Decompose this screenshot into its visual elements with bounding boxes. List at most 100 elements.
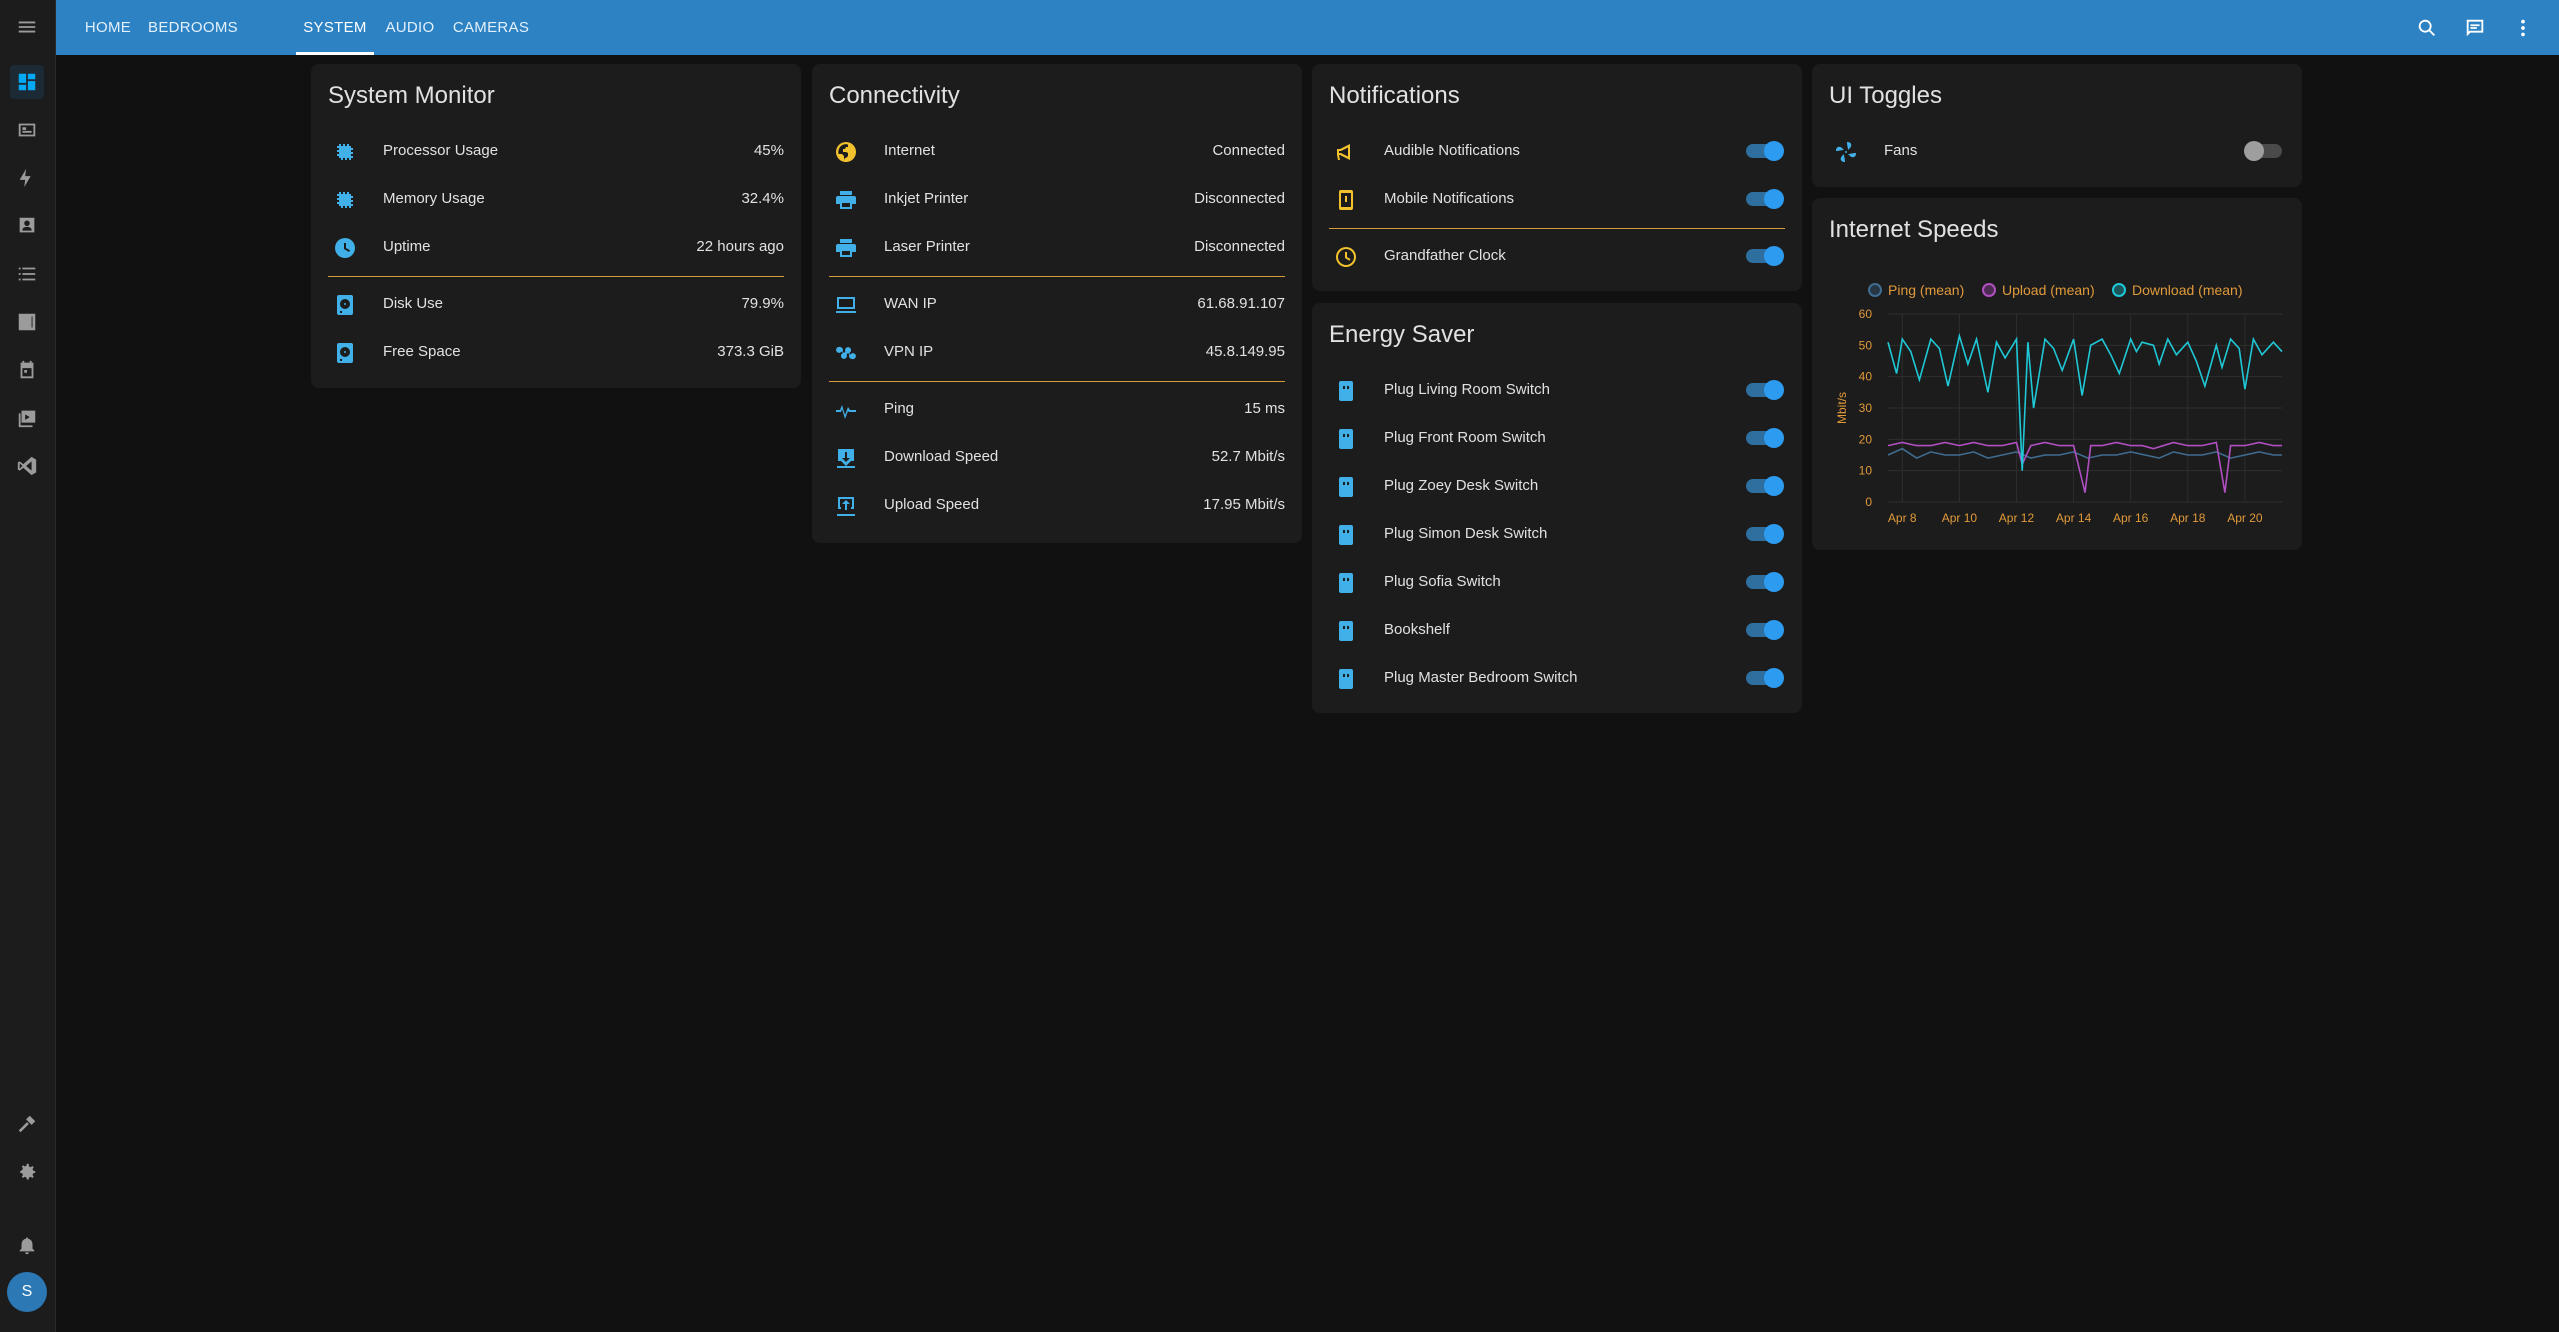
entity-row-disk-use[interactable]: Disk Use 79.9% — [311, 281, 801, 329]
toggle-knob — [1764, 572, 1784, 592]
series-line-download[interactable] — [1887, 332, 2283, 471]
entity-row-grandfather-clock[interactable]: Grandfather Clock — [1312, 233, 1802, 281]
tab-bedrooms[interactable]: BEDROOMS — [148, 0, 238, 55]
more-vertical-icon[interactable] — [2509, 14, 2537, 42]
entity-state: 52.7 Mbit/s — [1211, 448, 1285, 465]
sidebar: S — [0, 0, 56, 1332]
toggle-switch[interactable] — [1746, 246, 1784, 266]
entity-name: Download Speed — [884, 448, 999, 465]
legend-item[interactable]: Download (mean) — [2112, 282, 2243, 298]
dashboard-icon[interactable] — [10, 65, 44, 99]
entity-name: Disk Use — [383, 295, 444, 312]
toggle-knob — [1764, 189, 1784, 209]
section-divider — [1329, 228, 1785, 229]
card-icon[interactable] — [10, 113, 44, 147]
tab-audio[interactable]: AUDIO — [380, 0, 440, 55]
list-icon[interactable] — [10, 257, 44, 291]
contact-icon[interactable] — [10, 209, 44, 243]
entity-row-laser-printer[interactable]: Laser Printer Disconnected — [812, 224, 1302, 272]
entity-row-ping[interactable]: Ping 15 ms — [812, 386, 1302, 434]
entity-row-wan-ip[interactable]: WAN IP 61.68.91.107 — [812, 281, 1302, 329]
vscode-icon[interactable] — [10, 449, 44, 483]
history-chart-icon[interactable] — [10, 305, 44, 339]
entity-row-upload-speed[interactable]: Upload Speed 17.95 Mbit/s — [812, 482, 1302, 530]
connectivity-card: Connectivity Internet Connected Inkjet Prin… — [812, 64, 1302, 543]
entity-row-processor-usage[interactable]: Processor Usage 45% — [311, 128, 801, 176]
gear-icon[interactable] — [10, 1155, 44, 1189]
entity-row-plug-front-room-switch[interactable]: Plug Front Room Switch — [1312, 415, 1802, 463]
tab-system[interactable]: SYSTEM — [296, 0, 374, 55]
entity-name: VPN IP — [884, 343, 934, 360]
menu-icon[interactable] — [10, 10, 44, 44]
entity-row-plug-sofia-switch[interactable]: Plug Sofia Switch — [1312, 559, 1802, 607]
calendar-icon[interactable] — [10, 353, 44, 387]
internet-speeds-card: Internet Speeds Ping (mean) Upload (mean) D… — [1812, 198, 2302, 550]
cpu-icon — [333, 140, 357, 164]
toggle-knob — [1764, 428, 1784, 448]
toggle-switch[interactable] — [1746, 380, 1784, 400]
toggle-switch[interactable] — [1746, 572, 1784, 592]
toggle-switch[interactable] — [1746, 524, 1784, 544]
power-socket-icon — [1334, 619, 1358, 643]
tab-cameras[interactable]: CAMERAS — [441, 0, 541, 55]
x-tick-label: Apr 12 — [1999, 511, 2035, 525]
x-tick-label: Apr 18 — [2170, 511, 2206, 525]
entity-row-vpn-ip[interactable]: VPN IP 45.8.149.95 — [812, 329, 1302, 377]
toggle-switch[interactable] — [1746, 476, 1784, 496]
entity-row-memory-usage[interactable]: Memory Usage 32.4% — [311, 176, 801, 224]
entity-row-plug-zoey-desk-switch[interactable]: Plug Zoey Desk Switch — [1312, 463, 1802, 511]
entity-name: Mobile Notifications — [1384, 190, 1515, 207]
toggle-switch[interactable] — [1746, 620, 1784, 640]
toggle-switch[interactable] — [1746, 189, 1784, 209]
media-icon[interactable] — [10, 401, 44, 435]
bell-icon[interactable] — [10, 1228, 44, 1262]
harddisk-icon — [333, 293, 357, 317]
entity-state: 32.4% — [741, 190, 784, 207]
x-tick-label: Apr 8 — [1888, 511, 1917, 525]
search-icon[interactable] — [2413, 14, 2441, 42]
entity-row-free-space[interactable]: Free Space 373.3 GiB — [311, 329, 801, 377]
toggle-knob — [1764, 668, 1784, 688]
toggle-switch[interactable] — [2244, 141, 2282, 161]
series-line-upload[interactable] — [1887, 441, 2282, 493]
toggle-knob — [1764, 380, 1784, 400]
globe-icon — [834, 140, 858, 164]
legend-item[interactable]: Upload (mean) — [1982, 282, 2095, 298]
x-tick-label: Apr 14 — [2056, 511, 2092, 525]
assist-chat-icon[interactable] — [2461, 14, 2489, 42]
entity-row-plug-master-bedroom-switch[interactable]: Plug Master Bedroom Switch — [1312, 655, 1802, 703]
entity-name: Audible Notifications — [1384, 142, 1520, 159]
clock-icon — [333, 236, 357, 260]
series-line-ping[interactable] — [1887, 447, 2282, 460]
active-tab-indicator — [296, 52, 374, 55]
entity-state: 45.8.149.95 — [1205, 343, 1285, 360]
toggle-switch[interactable] — [1746, 668, 1784, 688]
power-socket-icon — [1334, 475, 1358, 499]
toggle-knob — [1764, 246, 1784, 266]
tab-home[interactable]: HOME — [76, 0, 140, 55]
entity-row-plug-living-room-switch[interactable]: Plug Living Room Switch — [1312, 367, 1802, 415]
entity-row-plug-simon-desk-switch[interactable]: Plug Simon Desk Switch — [1312, 511, 1802, 559]
legend-item[interactable]: Ping (mean) — [1868, 282, 1964, 298]
entity-name: Plug Simon Desk Switch — [1384, 525, 1548, 542]
entity-row-download-speed[interactable]: Download Speed 52.7 Mbit/s — [812, 434, 1302, 482]
entity-row-fans[interactable]: Fans — [1812, 128, 2302, 176]
entity-state: Disconnected — [1194, 238, 1285, 255]
entity-row-inkjet-printer[interactable]: Inkjet Printer Disconnected — [812, 176, 1302, 224]
entity-row-internet[interactable]: Internet Connected — [812, 128, 1302, 176]
avatar[interactable]: S — [7, 1272, 47, 1312]
x-tick-label: Apr 20 — [2227, 511, 2263, 525]
chart-legend: Ping (mean) Upload (mean) Download (mean) — [1868, 282, 2288, 302]
entity-row-uptime[interactable]: Uptime 22 hours ago — [311, 224, 801, 272]
energy-icon[interactable] — [10, 161, 44, 195]
legend-label: Ping (mean) — [1888, 282, 1965, 298]
entity-row-bookshelf[interactable]: Bookshelf — [1312, 607, 1802, 655]
toggle-knob — [2244, 141, 2264, 161]
entity-row-mobile-notifications[interactable]: Mobile Notifications — [1312, 176, 1802, 224]
entity-row-audible-notifications[interactable]: Audible Notifications — [1312, 128, 1802, 176]
toggle-switch[interactable] — [1746, 428, 1784, 448]
toggle-switch[interactable] — [1746, 141, 1784, 161]
clock-outline-icon — [1334, 245, 1358, 269]
hammer-icon[interactable] — [10, 1107, 44, 1141]
y-tick-label: 0 — [1865, 495, 1872, 509]
